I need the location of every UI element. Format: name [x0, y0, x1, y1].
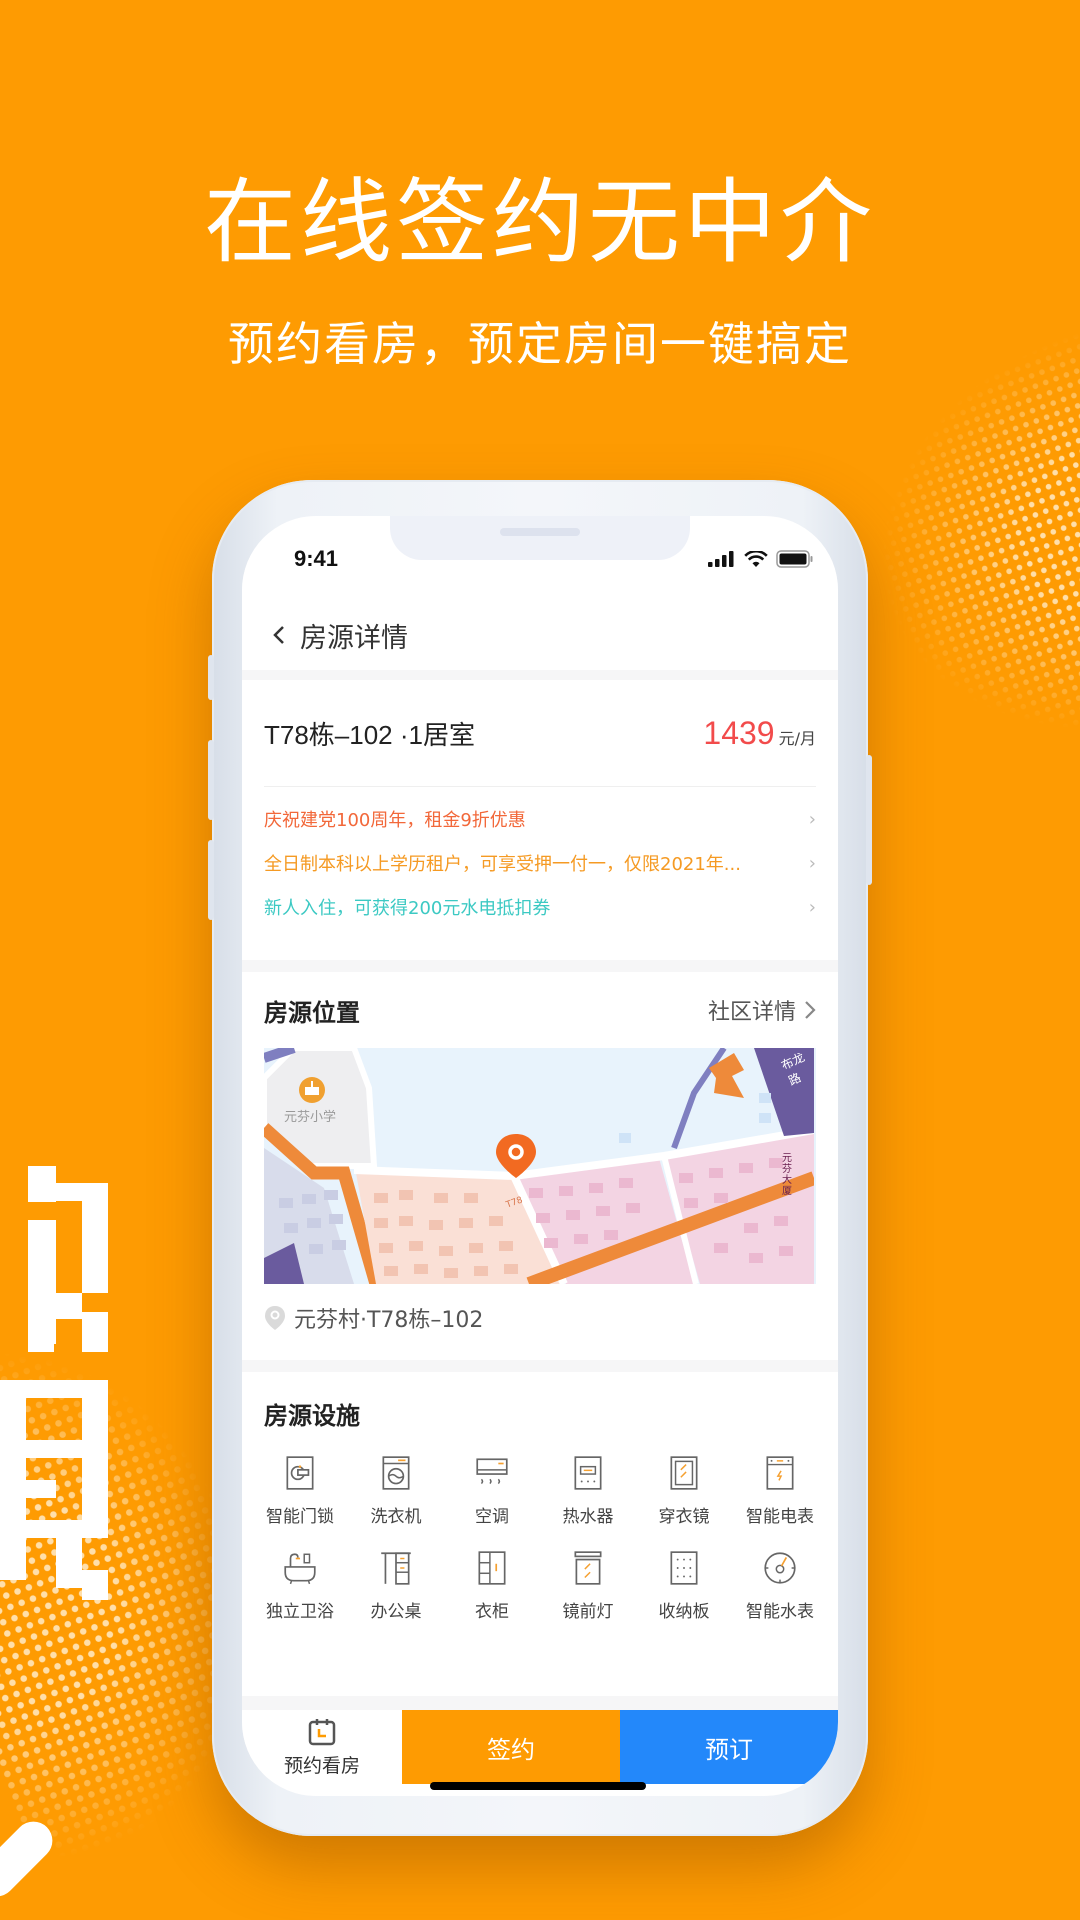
banner-headline: 在线签约无中介 [203, 169, 876, 276]
wifi-icon [744, 550, 768, 567]
chevron-right-icon [805, 1001, 816, 1019]
banner-subline: 预约看房，预定房间一键搞定 [228, 317, 852, 371]
phone-speaker [500, 528, 580, 536]
price-unit: 元/月 [778, 728, 816, 748]
chevron-left-icon[interactable] [272, 624, 286, 646]
location-section-title: 房源位置 [264, 998, 360, 1027]
address-row: 元芬村·T78栋–102 [242, 1284, 838, 1352]
promotion-text: 新人入住，可获得200元水电抵扣券 [264, 898, 551, 919]
navbar: 房源详情 [242, 600, 838, 670]
phone-notch [390, 516, 690, 560]
water-heater-icon [574, 1456, 602, 1490]
mirror-light-icon [574, 1551, 602, 1585]
phone-power-button [866, 755, 872, 885]
phone-volume-up [208, 740, 214, 820]
facility-item: 智能水表 [732, 1549, 828, 1622]
promotion-text: 庆祝建党100周年，租金9折优惠 [264, 810, 526, 831]
bottom-action-bar: 预约看房 签约 预订 [242, 1710, 838, 1784]
phone-mute-switch [208, 655, 214, 700]
desk-icon [381, 1552, 411, 1585]
home-indicator[interactable] [430, 1782, 646, 1790]
community-details-link[interactable]: 社区详情 [708, 994, 816, 1026]
chevron-right-icon: › [808, 852, 816, 874]
price-value: 1439 [703, 714, 775, 751]
room-title: T78栋–102 ·1居室 [264, 719, 475, 750]
status-time: 9:41 [294, 546, 339, 571]
map-school-label: 元芬小学 [284, 1110, 337, 1125]
signal-icon [708, 551, 734, 567]
facility-item: 收纳板 [636, 1549, 732, 1622]
electric-meter-icon [766, 1456, 794, 1490]
facility-label: 镜前灯 [562, 1602, 614, 1622]
sign-contract-button[interactable]: 签约 [402, 1710, 620, 1784]
calendar-icon [308, 1718, 336, 1745]
water-meter-icon [764, 1552, 796, 1584]
washing-machine-icon [382, 1456, 410, 1490]
address-text: 元芬村·T78栋–102 [294, 1308, 484, 1333]
facility-item: 智能门锁 [252, 1454, 348, 1527]
promotion-item[interactable]: 全日制本科以上学历租户，可享受押一付一，仅限2021年... › [242, 841, 838, 885]
facility-label: 收纳板 [658, 1602, 710, 1622]
facilities-card: 房源设施 智能门锁 洗衣机 空调 热水器 穿衣镜 智能电表 独立卫浴 办公桌 衣柜 镜前灯 收纳板智… [242, 1372, 838, 1696]
facility-label: 智能门锁 [266, 1507, 334, 1527]
listing-card: T78栋–102 ·1居室 1439 元/月 庆祝建党100周年，租金9折优惠 › 全… [242, 680, 838, 960]
facility-label: 洗衣机 [370, 1507, 422, 1527]
promotion-item[interactable]: 新人入住，可获得200元水电抵扣券 › [242, 885, 838, 929]
storage-board-icon [670, 1551, 698, 1585]
promotion-item[interactable]: 庆祝建党100周年，租金9折优惠 › [242, 797, 838, 841]
bathtub-icon [284, 1553, 316, 1585]
map-building-label: 元芬大厦 [782, 1153, 792, 1197]
promotion-list: 庆祝建党100周年，租金9折优惠 › 全日制本科以上学历租户，可享受押一付一，仅限2… [242, 787, 838, 929]
facilities-grid: 智能门锁 洗衣机 空调 热水器 穿衣镜 智能电表独立卫浴 办公桌 衣柜 镜前灯 收纳板 智能水表 [242, 1454, 838, 1622]
phone-volume-down [208, 840, 214, 920]
map-graphic [264, 1048, 816, 1284]
facility-label: 独立卫浴 [266, 1602, 334, 1622]
book-viewing-button[interactable]: 预约看房 [242, 1710, 402, 1784]
location-map[interactable]: 元芬小学 布龙路 元芬大厦 T78 [264, 1048, 816, 1284]
facility-item: 穿衣镜 [636, 1454, 732, 1527]
facility-item: 空调 [444, 1454, 540, 1527]
chevron-right-icon: › [808, 808, 816, 830]
facility-label: 空调 [475, 1507, 509, 1527]
wardrobe-icon [478, 1551, 506, 1585]
location-card: 房源位置 社区详情 元芬小学 布龙路 元芬大厦 T78 元芬村·T78栋–102 [242, 972, 838, 1360]
book-viewing-label: 预约看房 [283, 1754, 360, 1777]
facility-label: 热水器 [562, 1507, 614, 1527]
battery-icon [776, 550, 813, 568]
promotion-text: 全日制本科以上学历租户，可享受押一付一，仅限2021年... [264, 854, 741, 875]
facility-label: 智能电表 [746, 1507, 814, 1527]
community-details-label: 社区详情 [707, 1000, 796, 1025]
facility-label: 衣柜 [475, 1602, 509, 1622]
app-screen: 9:41 房源详情 T78栋–102 ·1居室 1439 元/月 庆祝建党100… [242, 516, 838, 1796]
air-conditioner-icon [476, 1458, 508, 1485]
facility-item: 办公桌 [348, 1549, 444, 1622]
facility-item: 独立卫浴 [252, 1549, 348, 1622]
phone-mockup: 9:41 房源详情 T78栋–102 ·1居室 1439 元/月 庆祝建党100… [208, 480, 872, 1836]
facility-item: 衣柜 [444, 1549, 540, 1622]
mirror-icon [670, 1456, 698, 1490]
facility-item: 镜前灯 [540, 1549, 636, 1622]
page-title: 房源详情 [300, 622, 408, 654]
chevron-right-icon: › [808, 896, 816, 918]
location-pin-icon [265, 1306, 285, 1330]
facility-label: 办公桌 [370, 1602, 422, 1622]
reserve-button[interactable]: 预订 [620, 1710, 838, 1784]
facility-item: 洗衣机 [348, 1454, 444, 1527]
smart-lock-icon [286, 1456, 314, 1490]
facility-item: 智能电表 [732, 1454, 828, 1527]
facility-item: 热水器 [540, 1454, 636, 1527]
facilities-section-title: 房源设施 [264, 1401, 360, 1430]
facility-label: 穿衣镜 [658, 1507, 710, 1527]
facility-label: 智能水表 [746, 1602, 814, 1622]
